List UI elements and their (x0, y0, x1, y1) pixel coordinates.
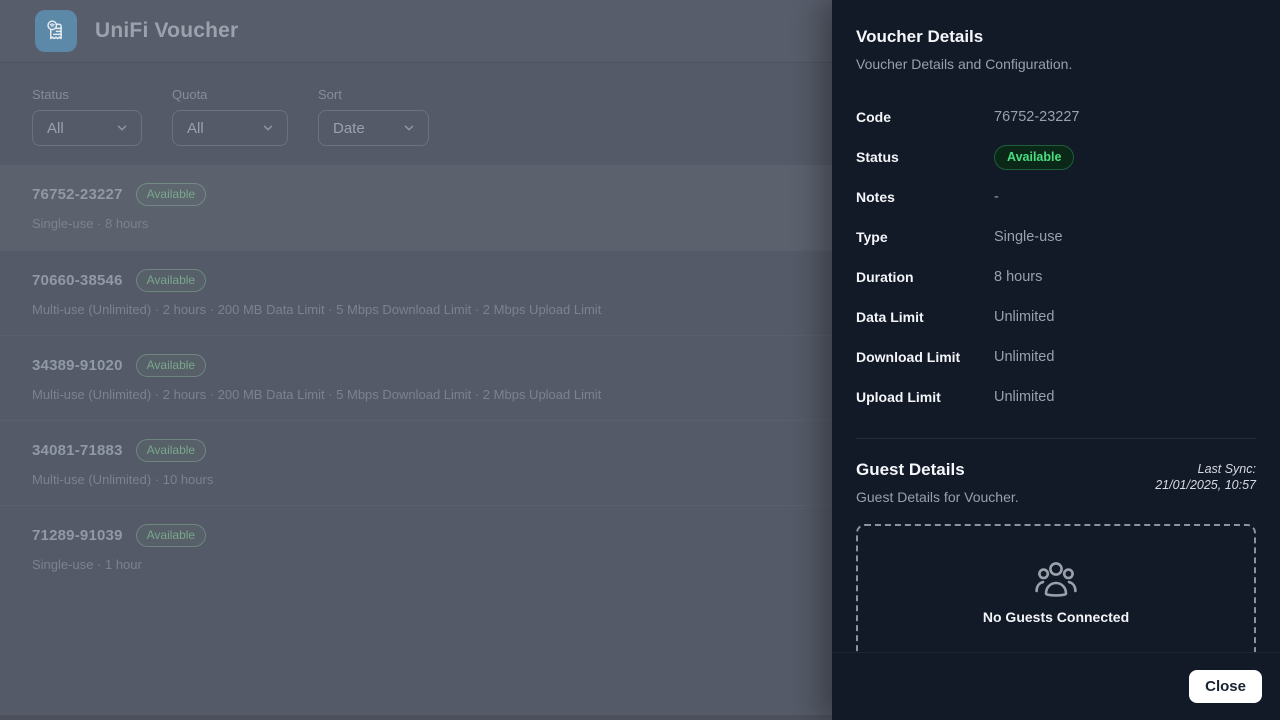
guest-details-subtitle: Guest Details for Voucher. (856, 489, 1019, 505)
no-guests-empty-state: No Guests Connected (856, 524, 1256, 652)
voucher-row[interactable]: 34389-91020 Available Multi-use (Unlimit… (0, 335, 832, 420)
last-sync-label: Last Sync: (1155, 461, 1256, 477)
page-title: UniFi Voucher (95, 19, 238, 43)
filter-quota-label: Quota (172, 87, 288, 102)
field-value: - (994, 189, 999, 205)
field-label: Duration (856, 269, 994, 285)
field-label: Status (856, 149, 994, 165)
field-code: Code 76752-23227 (856, 97, 1256, 137)
status-badge: Available (136, 183, 206, 206)
voucher-details-line: Multi-use (Unlimited) · 2 hours · 200 MB… (32, 387, 800, 402)
chevron-down-icon (261, 121, 275, 135)
voucher-details-line: Multi-use (Unlimited) · 10 hours (32, 472, 800, 487)
voucher-list: 76752-23227 Available Single-use · 8 hou… (0, 165, 832, 590)
voucher-code: 70660-38546 (32, 272, 123, 289)
voucher-row[interactable]: 76752-23227 Available Single-use · 8 hou… (0, 165, 832, 250)
voucher-code: 34081-71883 (32, 442, 123, 459)
field-label: Notes (856, 189, 994, 205)
close-button[interactable]: Close (1189, 670, 1262, 703)
field-value: Unlimited (994, 349, 1054, 365)
filter-sort-select[interactable]: Date (318, 110, 429, 146)
voucher-row[interactable]: 70660-38546 Available Multi-use (Unlimit… (0, 250, 832, 335)
voucher-code: 76752-23227 (32, 186, 123, 203)
filter-quota-select[interactable]: All (172, 110, 288, 146)
drawer-subtitle: Voucher Details and Configuration. (856, 56, 1256, 72)
voucher-details-line: Multi-use (Unlimited) · 2 hours · 200 MB… (32, 302, 800, 317)
last-sync-value: 21/01/2025, 10:57 (1155, 477, 1256, 493)
field-label: Code (856, 109, 994, 125)
voucher-row[interactable]: 71289-91039 Available Single-use · 1 hou… (0, 505, 832, 590)
field-value: Unlimited (994, 309, 1054, 325)
field-notes: Notes - (856, 177, 1256, 217)
status-badge: Available (136, 354, 206, 377)
field-data-limit: Data Limit Unlimited (856, 297, 1256, 337)
status-badge: Available (136, 269, 206, 292)
status-badge: Available (994, 145, 1074, 170)
guest-details-header: Guest Details Guest Details for Voucher.… (856, 460, 1256, 505)
status-badge: Available (136, 524, 206, 547)
empty-state-label: No Guests Connected (983, 609, 1129, 625)
field-value: 8 hours (994, 269, 1042, 285)
voucher-details-drawer: Voucher Details Voucher Details and Conf… (832, 0, 1280, 720)
voucher-details-line: Single-use · 1 hour (32, 557, 800, 572)
status-badge: Available (136, 439, 206, 462)
drawer-title: Voucher Details (856, 27, 1256, 47)
filter-sort-label: Sort (318, 87, 429, 102)
app-header: UniFi Voucher (0, 0, 832, 63)
filter-status-value: All (47, 120, 64, 137)
field-label: Upload Limit (856, 389, 994, 405)
voucher-fields: Code 76752-23227 Status Available Notes … (856, 97, 1256, 417)
section-divider (856, 438, 1256, 439)
field-value: 76752-23227 (994, 109, 1079, 125)
field-upload-limit: Upload Limit Unlimited (856, 377, 1256, 417)
voucher-row[interactable]: 34081-71883 Available Multi-use (Unlimit… (0, 420, 832, 505)
drawer-footer: Close (832, 652, 1280, 720)
filter-status-select[interactable]: All (32, 110, 142, 146)
field-label: Download Limit (856, 349, 994, 365)
field-value: Single-use (994, 229, 1063, 245)
unifi-voucher-screen: UniFi Voucher Status All Quota All Sort (0, 0, 1280, 720)
main-content-dimmed: UniFi Voucher Status All Quota All Sort (0, 0, 832, 720)
drawer-content: Voucher Details Voucher Details and Conf… (832, 0, 1280, 652)
voucher-code: 71289-91039 (32, 527, 123, 544)
filter-sort-value: Date (333, 120, 365, 137)
voucher-receipt-icon (35, 10, 77, 52)
filter-bar: Status All Quota All Sort Date (0, 63, 832, 146)
filter-quota-value: All (187, 120, 204, 137)
field-label: Type (856, 229, 994, 245)
last-sync: Last Sync: 21/01/2025, 10:57 (1155, 460, 1256, 493)
field-value: Unlimited (994, 389, 1054, 405)
field-download-limit: Download Limit Unlimited (856, 337, 1256, 377)
field-duration: Duration 8 hours (856, 257, 1256, 297)
chevron-down-icon (402, 121, 416, 135)
filter-sort: Sort Date (318, 87, 429, 146)
footer-strip (0, 715, 832, 720)
filter-status: Status All (32, 87, 142, 146)
voucher-code: 34389-91020 (32, 357, 123, 374)
chevron-down-icon (115, 121, 129, 135)
filter-quota: Quota All (172, 87, 288, 146)
voucher-details-line: Single-use · 8 hours (32, 216, 800, 231)
field-status: Status Available (856, 137, 1256, 177)
filter-status-label: Status (32, 87, 142, 102)
guest-details-title: Guest Details (856, 460, 1019, 480)
field-type: Type Single-use (856, 217, 1256, 257)
users-group-icon (1033, 560, 1079, 600)
field-label: Data Limit (856, 309, 994, 325)
